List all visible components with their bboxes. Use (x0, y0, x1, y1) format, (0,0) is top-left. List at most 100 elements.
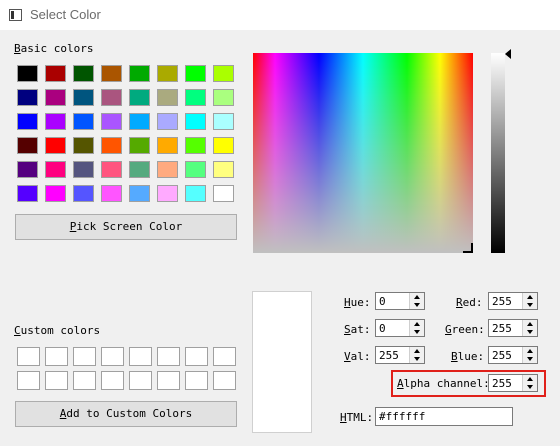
custom-color-slot[interactable] (185, 371, 208, 390)
basic-color-swatch[interactable] (17, 137, 38, 154)
custom-color-slot[interactable] (45, 371, 68, 390)
custom-color-slot[interactable] (157, 347, 180, 366)
sat-value[interactable]: 0 (379, 322, 386, 335)
custom-color-slot[interactable] (101, 347, 124, 366)
basic-color-swatch[interactable] (17, 65, 38, 82)
basic-color-swatch[interactable] (157, 161, 178, 178)
color-spectrum[interactable] (253, 53, 473, 253)
basic-color-swatch[interactable] (185, 185, 206, 202)
custom-color-slot[interactable] (185, 347, 208, 366)
sat-spinbox[interactable]: 0 (375, 319, 425, 337)
basic-color-swatch[interactable] (17, 113, 38, 130)
basic-color-swatch[interactable] (157, 113, 178, 130)
spin-down-icon[interactable] (527, 385, 533, 389)
blue-spin-arrows[interactable] (522, 347, 537, 363)
spin-down-icon[interactable] (414, 330, 420, 334)
spin-up-icon[interactable] (527, 377, 533, 381)
spin-up-icon[interactable] (414, 322, 420, 326)
basic-color-swatch[interactable] (101, 137, 122, 154)
luminance-slider-arrow-icon[interactable] (505, 49, 511, 59)
spin-down-icon[interactable] (414, 357, 420, 361)
basic-color-swatch[interactable] (213, 137, 234, 154)
basic-color-swatch[interactable] (45, 161, 66, 178)
spin-down-icon[interactable] (527, 357, 533, 361)
basic-color-swatch[interactable] (129, 113, 150, 130)
hue-spin-arrows[interactable] (409, 293, 424, 309)
basic-color-swatch[interactable] (129, 89, 150, 106)
basic-color-swatch[interactable] (213, 161, 234, 178)
basic-color-swatch[interactable] (45, 137, 66, 154)
basic-color-swatch[interactable] (213, 65, 234, 82)
custom-color-slot[interactable] (101, 371, 124, 390)
basic-color-swatch[interactable] (73, 65, 94, 82)
custom-color-slot[interactable] (157, 371, 180, 390)
basic-color-swatch[interactable] (73, 113, 94, 130)
basic-color-swatch[interactable] (17, 185, 38, 202)
custom-color-slot[interactable] (17, 371, 40, 390)
hue-spinbox[interactable]: 0 (375, 292, 425, 310)
add-to-custom-colors-button[interactable]: Add to Custom Colors (15, 401, 237, 427)
spin-up-icon[interactable] (527, 322, 533, 326)
basic-color-swatch[interactable] (101, 161, 122, 178)
custom-color-slot[interactable] (129, 347, 152, 366)
red-value[interactable]: 255 (492, 295, 512, 308)
blue-value[interactable]: 255 (492, 349, 512, 362)
basic-color-swatch[interactable] (45, 185, 66, 202)
spin-up-icon[interactable] (414, 349, 420, 353)
basic-color-swatch[interactable] (157, 65, 178, 82)
basic-color-swatch[interactable] (73, 185, 94, 202)
basic-color-swatch[interactable] (101, 89, 122, 106)
custom-color-slot[interactable] (73, 347, 96, 366)
basic-color-swatch[interactable] (129, 185, 150, 202)
basic-color-swatch[interactable] (213, 185, 234, 202)
basic-color-swatch[interactable] (101, 113, 122, 130)
basic-color-swatch[interactable] (101, 185, 122, 202)
custom-color-slot[interactable] (73, 371, 96, 390)
spin-up-icon[interactable] (414, 295, 420, 299)
sat-spin-arrows[interactable] (409, 320, 424, 336)
green-value[interactable]: 255 (492, 322, 512, 335)
alpha-spinbox[interactable]: 255 (488, 374, 538, 392)
custom-color-slot[interactable] (17, 347, 40, 366)
basic-color-swatch[interactable] (185, 65, 206, 82)
basic-color-swatch[interactable] (129, 137, 150, 154)
basic-color-swatch[interactable] (157, 185, 178, 202)
alpha-spin-arrows[interactable] (522, 375, 537, 391)
basic-color-swatch[interactable] (45, 89, 66, 106)
basic-color-swatch[interactable] (157, 89, 178, 106)
custom-color-slot[interactable] (129, 371, 152, 390)
basic-color-swatch[interactable] (101, 65, 122, 82)
spin-down-icon[interactable] (414, 303, 420, 307)
basic-color-swatch[interactable] (185, 137, 206, 154)
basic-color-swatch[interactable] (45, 65, 66, 82)
basic-color-swatch[interactable] (157, 137, 178, 154)
basic-color-swatch[interactable] (73, 161, 94, 178)
spin-up-icon[interactable] (527, 295, 533, 299)
basic-color-swatch[interactable] (129, 65, 150, 82)
spin-up-icon[interactable] (527, 349, 533, 353)
basic-color-swatch[interactable] (185, 113, 206, 130)
val-value[interactable]: 255 (379, 349, 399, 362)
basic-color-swatch[interactable] (185, 161, 206, 178)
luminance-slider[interactable] (491, 53, 505, 253)
green-spin-arrows[interactable] (522, 320, 537, 336)
spin-down-icon[interactable] (527, 303, 533, 307)
spectrum-crosshair[interactable] (463, 243, 473, 253)
html-color-input[interactable]: #ffffff (375, 407, 513, 426)
basic-color-swatch[interactable] (213, 89, 234, 106)
pick-screen-color-button[interactable]: Pick Screen Color (15, 214, 237, 240)
hue-value[interactable]: 0 (379, 295, 386, 308)
red-spinbox[interactable]: 255 (488, 292, 538, 310)
val-spin-arrows[interactable] (409, 347, 424, 363)
basic-color-swatch[interactable] (129, 161, 150, 178)
red-spin-arrows[interactable] (522, 293, 537, 309)
basic-color-swatch[interactable] (213, 113, 234, 130)
basic-color-swatch[interactable] (73, 137, 94, 154)
basic-color-swatch[interactable] (17, 89, 38, 106)
val-spinbox[interactable]: 255 (375, 346, 425, 364)
basic-color-swatch[interactable] (17, 161, 38, 178)
basic-color-swatch[interactable] (185, 89, 206, 106)
custom-color-slot[interactable] (45, 347, 68, 366)
basic-color-swatch[interactable] (73, 89, 94, 106)
custom-color-slot[interactable] (213, 347, 236, 366)
